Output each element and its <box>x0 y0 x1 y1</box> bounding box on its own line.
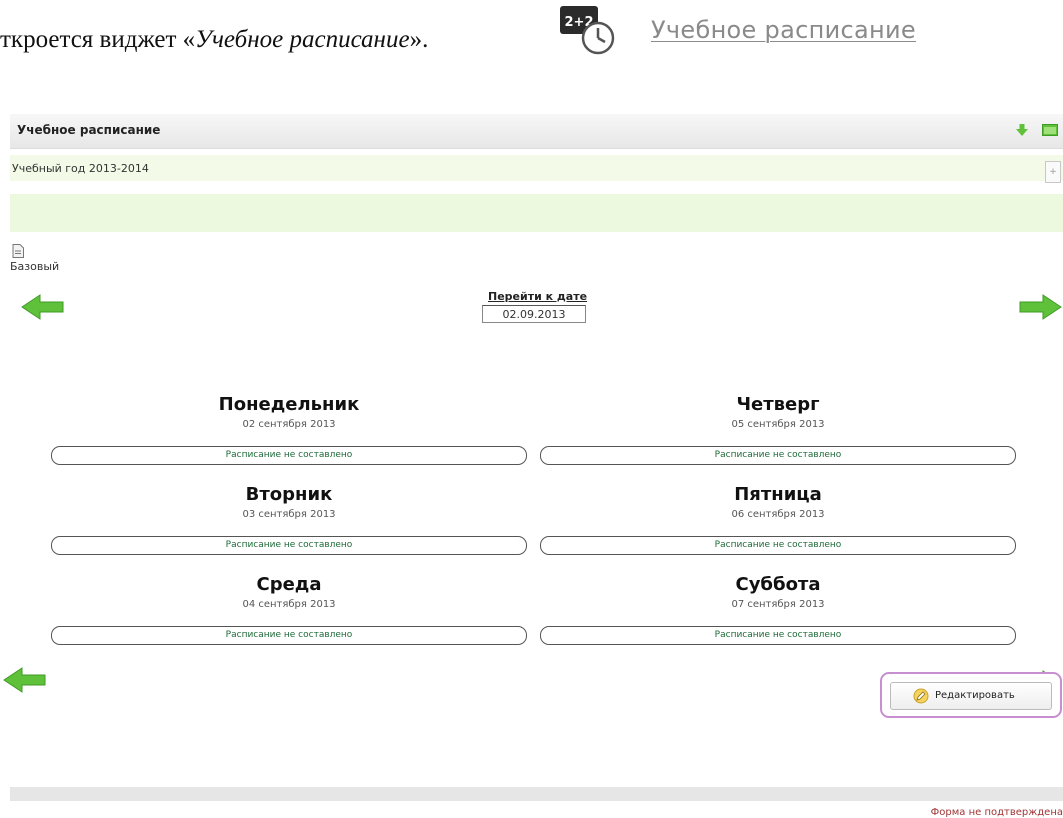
day-card-tuesday: Вторник 03 сентября 2013 Расписание не с… <box>51 484 527 555</box>
edit-button-label: Редактировать <box>935 690 1015 701</box>
day-name: Пятница <box>734 484 822 505</box>
goto-date-input[interactable] <box>482 305 586 323</box>
edit-button-face[interactable]: Редактировать <box>890 682 1052 710</box>
day-card-saturday: Суббота 07 сентября 2013 Расписание не с… <box>540 574 1016 645</box>
day-status-button[interactable]: Расписание не составлено <box>51 626 527 645</box>
day-status-button[interactable]: Расписание не составлено <box>51 446 527 465</box>
day-card-wednesday: Среда 04 сентября 2013 Расписание не сос… <box>51 574 527 645</box>
day-card-thursday: Четверг 05 сентября 2013 Расписание не с… <box>540 394 1016 465</box>
widget-title: Учебное расписание <box>17 123 161 137</box>
day-date: 03 сентября 2013 <box>242 509 336 520</box>
prev-week-bottom-arrow-icon[interactable] <box>2 665 48 695</box>
base-schedule-label[interactable]: Базовый <box>10 260 59 273</box>
intro-text-after: ». <box>409 26 429 53</box>
day-name: Вторник <box>245 484 333 505</box>
day-status-button[interactable]: Расписание не составлено <box>51 536 527 555</box>
day-date: 07 сентября 2013 <box>731 599 825 610</box>
day-card-friday: Пятница 06 сентября 2013 Расписание не с… <box>540 484 1016 555</box>
goto-date-label: Перейти к дате <box>488 290 588 303</box>
day-date: 05 сентября 2013 <box>731 419 825 430</box>
clock-2plus2-icon: 2+2 <box>560 6 615 55</box>
widget-footer-bar <box>10 787 1063 801</box>
edit-pencil-icon <box>913 688 929 704</box>
day-name: Понедельник <box>218 394 360 415</box>
day-date: 06 сентября 2013 <box>731 509 825 520</box>
strip-expand-button[interactable]: + <box>1045 161 1061 183</box>
day-date: 04 сентября 2013 <box>242 599 336 610</box>
school-year-label: Учебный год 2013-2014 <box>12 162 149 175</box>
intro-text-before: ткроется виджет « <box>0 26 196 53</box>
day-date: 02 сентября 2013 <box>242 419 336 430</box>
edit-button[interactable]: Редактировать <box>880 672 1062 718</box>
green-down-arrow-icon[interactable] <box>1015 123 1029 137</box>
day-card-monday: Понедельник 02 сентября 2013 Расписание … <box>51 394 527 465</box>
schedule-type-strip <box>10 194 1063 232</box>
schedule-widget: Учебное расписание Учебный год 2013-2014… <box>3 114 1063 818</box>
school-year-bar: Учебный год 2013-2014 <box>10 155 1063 181</box>
day-status-button[interactable]: Расписание не составлено <box>540 626 1016 645</box>
day-status-button[interactable]: Расписание не составлено <box>540 536 1016 555</box>
day-name: Суббота <box>735 574 821 595</box>
document-icon[interactable] <box>12 244 24 258</box>
schedule-widget-link[interactable]: Учебное расписание <box>651 16 916 44</box>
prev-week-arrow-icon[interactable] <box>20 292 66 322</box>
day-status-button[interactable]: Расписание не составлено <box>540 446 1016 465</box>
form-status-text: Форма не подтверждена <box>930 807 1063 818</box>
next-week-arrow-icon[interactable] <box>1017 292 1063 322</box>
day-name: Среда <box>256 574 322 595</box>
intro-widget-name: Учебное расписание <box>195 26 410 53</box>
intro-text: ткроется виджет «Учебное расписание». <box>0 26 428 54</box>
widget-header: Учебное расписание <box>10 114 1063 149</box>
green-window-icon[interactable] <box>1042 124 1058 136</box>
day-name: Четверг <box>736 394 820 415</box>
